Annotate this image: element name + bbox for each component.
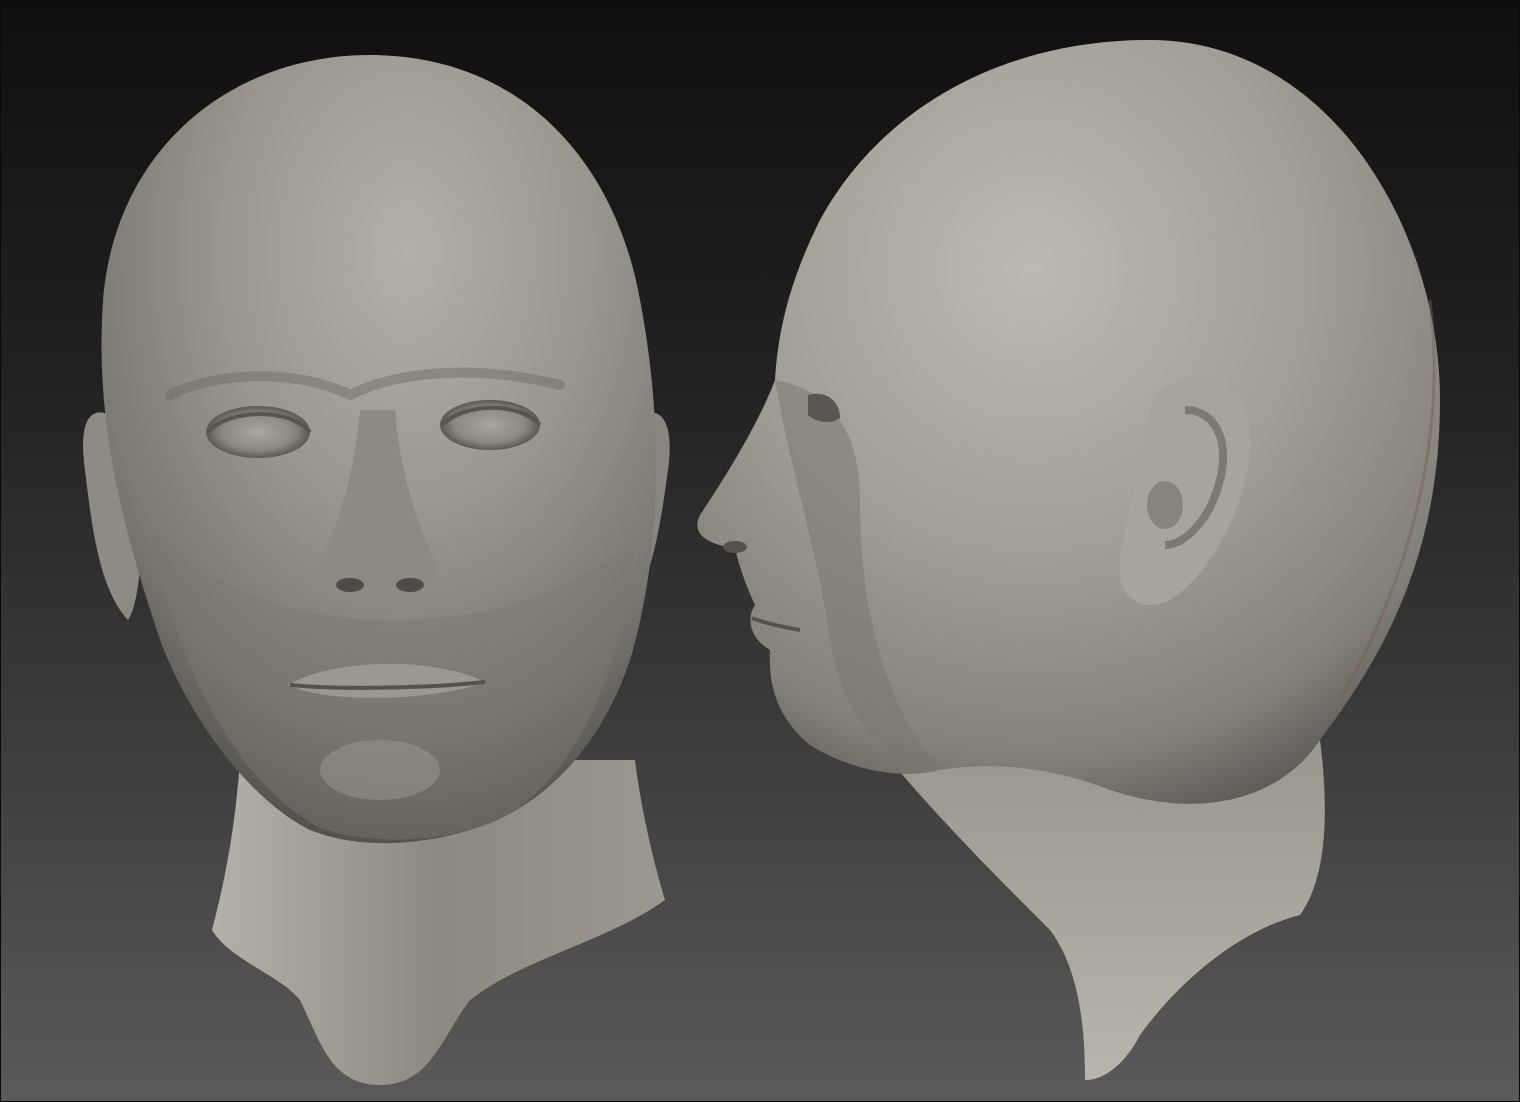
sculpt-viewport[interactable] [0,0,1520,1102]
